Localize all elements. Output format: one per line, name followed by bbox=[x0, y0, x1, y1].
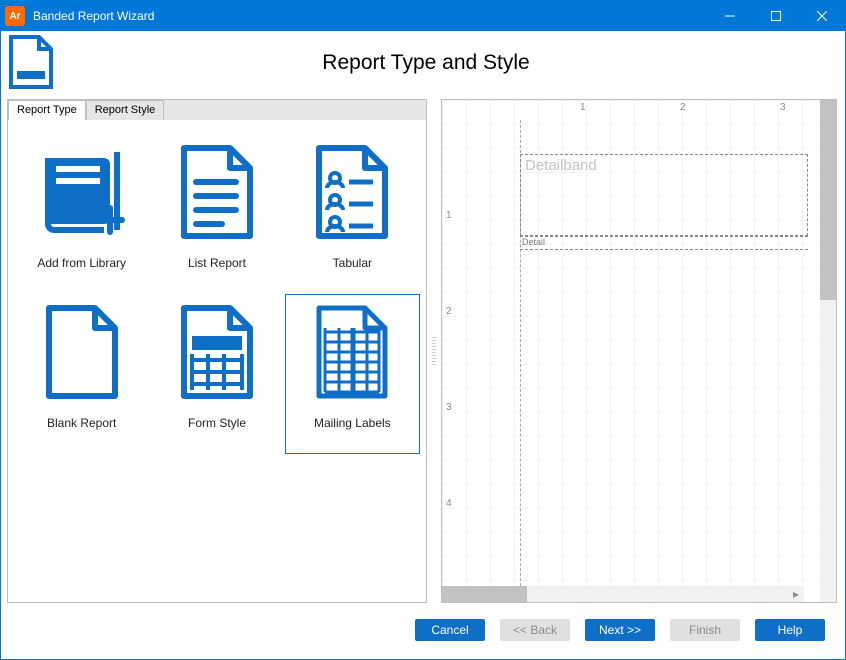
tile-blank-doc[interactable]: Blank Report bbox=[14, 294, 149, 454]
maximize-button[interactable] bbox=[753, 1, 799, 31]
tile-grid-doc[interactable]: Mailing Labels bbox=[285, 294, 420, 454]
help-button[interactable]: Help bbox=[755, 619, 825, 641]
preview-canvas: 1 2 3 1 2 3 4 Detailband Detail ▸ bbox=[442, 100, 820, 602]
titlebar: Ar Banded Report Wizard bbox=[1, 1, 845, 31]
back-button[interactable]: << Back bbox=[500, 619, 570, 641]
ruler-h-tick: 1 bbox=[580, 102, 586, 113]
horizontal-scrollbar[interactable]: ▸ bbox=[442, 586, 804, 602]
ruler-horizontal: 1 2 3 bbox=[480, 100, 820, 120]
tile-label: Add from Library bbox=[37, 256, 126, 270]
minimize-button[interactable] bbox=[707, 1, 753, 31]
app-badge: Ar bbox=[5, 6, 25, 26]
tile-label: List Report bbox=[188, 256, 246, 270]
list-doc-icon bbox=[178, 136, 256, 248]
ruler-v-tick: 2 bbox=[446, 306, 452, 317]
vscroll-thumb[interactable] bbox=[820, 100, 836, 300]
ruler-h-tick: 2 bbox=[680, 102, 686, 113]
tab-report-style[interactable]: Report Style bbox=[86, 100, 165, 120]
window-title: Banded Report Wizard bbox=[33, 9, 707, 23]
tile-label: Mailing Labels bbox=[314, 416, 391, 430]
preview-pane: 1 2 3 1 2 3 4 Detailband Detail ▸ bbox=[441, 99, 837, 603]
ruler-v-tick: 3 bbox=[446, 402, 452, 413]
tile-grid: Add from Library List Report Tabular Blank … bbox=[8, 120, 426, 602]
form-doc-icon bbox=[178, 296, 256, 408]
hscroll-right-arrow[interactable]: ▸ bbox=[788, 586, 804, 602]
close-button[interactable] bbox=[799, 1, 845, 31]
tile-form-doc[interactable]: Form Style bbox=[149, 294, 284, 454]
tile-book-plus[interactable]: Add from Library bbox=[14, 134, 149, 294]
tile-list-doc[interactable]: List Report bbox=[149, 134, 284, 294]
tile-label: Form Style bbox=[188, 416, 246, 430]
next-button[interactable]: Next >> bbox=[585, 619, 655, 641]
wizard-icon bbox=[7, 35, 55, 92]
book-plus-icon bbox=[36, 136, 128, 248]
vertical-scrollbar[interactable] bbox=[820, 100, 836, 602]
grid-doc-icon bbox=[313, 296, 391, 408]
tile-label: Tabular bbox=[333, 256, 372, 270]
left-pane: Report Type Report Style Add from Librar… bbox=[7, 99, 427, 603]
hscroll-thumb[interactable] bbox=[442, 586, 527, 602]
finish-button[interactable]: Finish bbox=[670, 619, 740, 641]
detailband-region[interactable]: Detailband bbox=[520, 154, 808, 236]
tabs: Report Type Report Style bbox=[8, 100, 426, 120]
tile-label: Blank Report bbox=[47, 416, 116, 430]
header: Report Type and Style bbox=[1, 31, 845, 95]
page-title: Report Type and Style bbox=[67, 51, 835, 75]
splitter[interactable] bbox=[427, 99, 441, 603]
content: Report Type Report Style Add from Librar… bbox=[1, 95, 845, 609]
blank-doc-icon bbox=[43, 296, 121, 408]
footer: Cancel << Back Next >> Finish Help bbox=[1, 609, 845, 651]
tab-report-type[interactable]: Report Type bbox=[8, 100, 86, 120]
profile-doc-icon bbox=[313, 136, 391, 248]
ruler-h-tick: 3 bbox=[780, 102, 786, 113]
ruler-v-tick: 4 bbox=[446, 498, 452, 509]
cancel-button[interactable]: Cancel bbox=[415, 619, 485, 641]
detail-row[interactable]: Detail bbox=[520, 236, 808, 250]
tile-profile-doc[interactable]: Tabular bbox=[285, 134, 420, 294]
ruler-v-tick: 1 bbox=[446, 210, 452, 221]
detailband-label: Detailband bbox=[525, 157, 597, 174]
